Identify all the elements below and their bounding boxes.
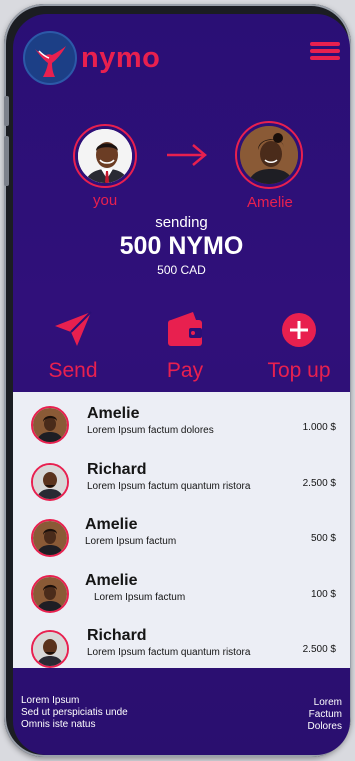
avatar	[31, 406, 69, 444]
avatar	[31, 630, 69, 668]
footer-text: Omnis iste natus	[21, 719, 96, 730]
sender-avatar[interactable]	[73, 124, 137, 188]
transaction-row[interactable]: Richard Lorem Ipsum factum quantum risto…	[13, 620, 350, 675]
wallet-icon	[168, 312, 202, 346]
footer-text: Lorem Ipsum	[21, 695, 80, 706]
send-label: Send	[48, 359, 98, 382]
recipient-avatar[interactable]	[235, 121, 303, 189]
transaction-desc: Lorem Ipsum factum	[94, 592, 186, 603]
transaction-amount: 500 $	[310, 533, 336, 544]
transaction-amount: 1.000 $	[302, 422, 336, 433]
transaction-amount: 2.500 $	[302, 478, 336, 489]
transaction-desc: Lorem Ipsum factum quantum ristora	[87, 647, 251, 658]
sender-label: you	[93, 192, 118, 209]
transaction-amount: 100 $	[310, 589, 336, 600]
transaction-row[interactable]: Amelie Lorem Ipsum factum 500 $	[13, 509, 350, 564]
footer-link[interactable]: Lorem	[308, 697, 342, 709]
footer-left: Lorem Ipsum Sed ut perspiciatis unde Omn…	[21, 695, 128, 731]
hamburger-menu-icon[interactable]	[310, 42, 340, 62]
transaction-row[interactable]: Richard Lorem Ipsum factum quantum risto…	[13, 454, 350, 509]
footer-right: Lorem Factum Dolores	[308, 697, 342, 733]
transaction-list: Amelie Lorem Ipsum factum dolores 1.000 …	[13, 392, 350, 668]
avatar	[31, 519, 69, 557]
transfer-amount-fiat: 500 CAD	[157, 263, 206, 277]
transaction-row[interactable]: Amelie Lorem Ipsum factum 100 $	[13, 565, 350, 620]
top-up-label: Top up	[267, 359, 331, 382]
transaction-amount: 2.500 $	[302, 644, 336, 655]
brand-name: nymo	[81, 42, 161, 74]
phone-frame: nymo you Amelie sending 500 NYMO 500 CAD…	[4, 4, 351, 757]
transaction-desc: Lorem Ipsum factum dolores	[87, 425, 214, 436]
footer-link[interactable]: Factum	[308, 709, 342, 721]
paper-plane-icon	[55, 311, 92, 346]
avatar	[31, 575, 69, 613]
recipient-label: Amelie	[247, 194, 293, 211]
transaction-name: Amelie	[87, 405, 140, 422]
transaction-desc: Lorem Ipsum factum quantum ristora	[87, 481, 251, 492]
top-up-button[interactable]: Top up	[257, 312, 341, 383]
app-screen: nymo you Amelie sending 500 NYMO 500 CAD…	[13, 14, 350, 755]
transfer-amount: 500 NYMO	[119, 232, 244, 260]
send-button[interactable]: Send	[41, 310, 105, 383]
transaction-row[interactable]: Amelie Lorem Ipsum factum dolores 1.000 …	[13, 398, 350, 453]
pay-label: Pay	[166, 359, 204, 382]
avatar	[31, 463, 69, 501]
whale-tail-icon	[23, 31, 77, 85]
transaction-name: Richard	[87, 461, 147, 478]
footer-text: Sed ut perspiciatis unde	[21, 707, 128, 718]
transaction-name: Amelie	[85, 572, 138, 589]
phone-side-button	[4, 136, 9, 186]
pay-button[interactable]: Pay	[155, 310, 215, 383]
transaction-desc: Lorem Ipsum factum	[85, 536, 177, 547]
transaction-name: Richard	[87, 627, 147, 644]
arrow-right-icon	[165, 143, 209, 167]
transfer-status: sending	[155, 214, 208, 231]
app-header: nymo	[13, 14, 350, 104]
plus-circle-icon	[282, 313, 316, 347]
transaction-name: Amelie	[85, 516, 138, 533]
phone-side-button	[4, 96, 9, 126]
footer-link[interactable]: Dolores	[308, 721, 342, 733]
